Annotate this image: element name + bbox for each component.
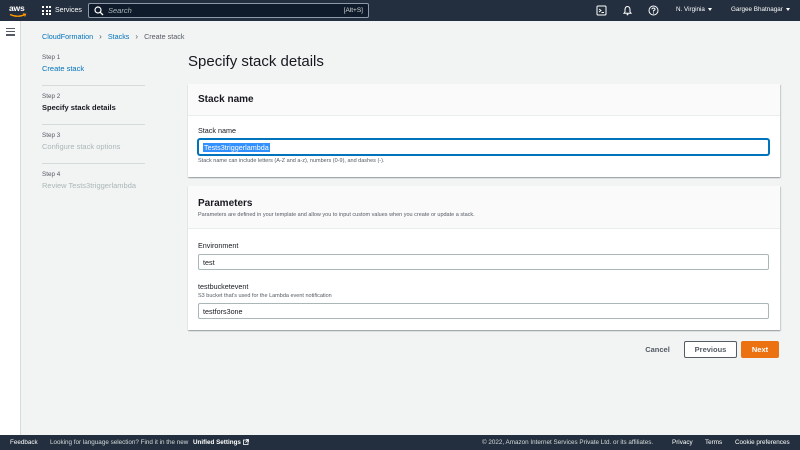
chevron-right-icon: ›: [135, 32, 139, 41]
step-number: Step 4: [42, 171, 61, 178]
stack-name-hint: Stack name can include letters (A-Z and …: [198, 158, 385, 164]
feedback-link[interactable]: Feedback: [10, 439, 38, 446]
language-prompt: Looking for language selection? Find it …: [50, 439, 189, 446]
search-input[interactable]: Search [Alt+S]: [88, 3, 369, 18]
wizard-step-4: Step 4 Review Tests3triggerlambda: [42, 171, 136, 190]
chevron-down-icon: [707, 7, 712, 11]
aws-smile-icon: [9, 13, 27, 17]
stack-name-field[interactable]: Tests3triggerlambda: [198, 139, 769, 155]
step-number: Step 2: [42, 93, 61, 100]
breadcrumb: CloudFormation › Stacks › Create stack: [42, 32, 184, 41]
step-label-disabled: Review Tests3triggerlambda: [42, 181, 137, 190]
copyright-text: © 2022, Amazon Internet Services Private…: [482, 439, 654, 446]
top-navigation-bar: aws Services Search [Alt+S] N. Virginia: [0, 0, 800, 21]
cookie-preferences-link[interactable]: Cookie preferences: [735, 439, 790, 446]
chevron-right-icon: ›: [99, 32, 102, 41]
user-name: Gargee Bhatnagar: [731, 6, 783, 13]
step-divider: [42, 163, 145, 164]
breadcrumb-cloudformation[interactable]: CloudFormation: [42, 32, 93, 41]
wizard-step-1: Step 1 Create stack: [42, 54, 84, 73]
step-number: Step 1: [42, 54, 61, 61]
chevron-down-icon: [785, 7, 790, 11]
step-link-create-stack[interactable]: Create stack: [42, 64, 84, 73]
terms-link[interactable]: Terms: [705, 439, 722, 446]
search-placeholder: Search: [108, 6, 132, 15]
aws-logo[interactable]: aws: [8, 2, 30, 19]
search-shortcut: [Alt+S]: [343, 7, 363, 14]
parameters-panel: Parameters Parameters are defined in you…: [188, 186, 780, 330]
panel-description: Parameters are defined in your template …: [198, 212, 475, 218]
region-label: N. Virginia: [676, 6, 705, 13]
step-divider: [42, 85, 145, 86]
cancel-button[interactable]: Cancel: [636, 341, 679, 358]
panel-header: Stack name: [188, 84, 780, 116]
stack-name-label: Stack name: [198, 126, 236, 135]
panel-title: Stack name: [198, 94, 254, 105]
breadcrumb-create-stack: Create stack: [144, 32, 185, 41]
region-selector[interactable]: N. Virginia: [676, 6, 712, 13]
step-number: Step 3: [42, 132, 61, 139]
wizard-step-2: Step 2 Specify stack details: [42, 93, 116, 112]
privacy-link[interactable]: Privacy: [672, 439, 693, 446]
next-button[interactable]: Next: [741, 341, 779, 358]
panel-header: Parameters Parameters are defined in you…: [188, 186, 780, 229]
services-grid-icon: [42, 6, 51, 15]
bell-icon[interactable]: [622, 5, 633, 16]
menu-icon[interactable]: [6, 28, 15, 36]
environment-value: test: [203, 257, 215, 267]
aws-logo-text: aws: [9, 3, 25, 13]
search-icon: [94, 5, 104, 15]
cloudshell-icon[interactable]: [596, 5, 607, 16]
previous-button[interactable]: Previous: [684, 341, 737, 358]
page-title: Specify stack details: [188, 53, 324, 70]
external-link-icon: [243, 439, 249, 445]
testbucketevent-description: S3 bucket that's used for the Lambda eve…: [198, 293, 332, 299]
side-rail: [0, 21, 21, 435]
unified-settings-label: Unified Settings: [193, 439, 241, 446]
stack-name-value: Tests3triggerlambda: [203, 142, 270, 152]
breadcrumb-stacks[interactable]: Stacks: [108, 32, 130, 41]
environment-field[interactable]: test: [198, 254, 769, 270]
testbucketevent-label: testbucketevent: [198, 282, 249, 291]
step-label-disabled: Configure stack options: [42, 142, 121, 151]
step-label-current: Specify stack details: [42, 103, 116, 112]
unified-settings-link[interactable]: Unified Settings: [193, 439, 249, 446]
testbucketevent-value: testfors3one: [203, 306, 243, 316]
step-divider: [42, 124, 145, 125]
footer: Feedback Looking for language selection?…: [0, 435, 800, 450]
environment-label: Environment: [198, 241, 239, 250]
help-icon[interactable]: [648, 5, 659, 16]
services-label: Services: [55, 7, 82, 14]
wizard-step-3: Step 3 Configure stack options: [42, 132, 120, 151]
services-menu-button[interactable]: Services: [42, 4, 82, 17]
testbucketevent-field[interactable]: testfors3one: [198, 303, 769, 319]
panel-title: Parameters: [198, 198, 253, 209]
account-menu[interactable]: Gargee Bhatnagar: [731, 6, 790, 13]
stack-name-panel: Stack name Stack name Tests3triggerlambd…: [188, 84, 780, 177]
